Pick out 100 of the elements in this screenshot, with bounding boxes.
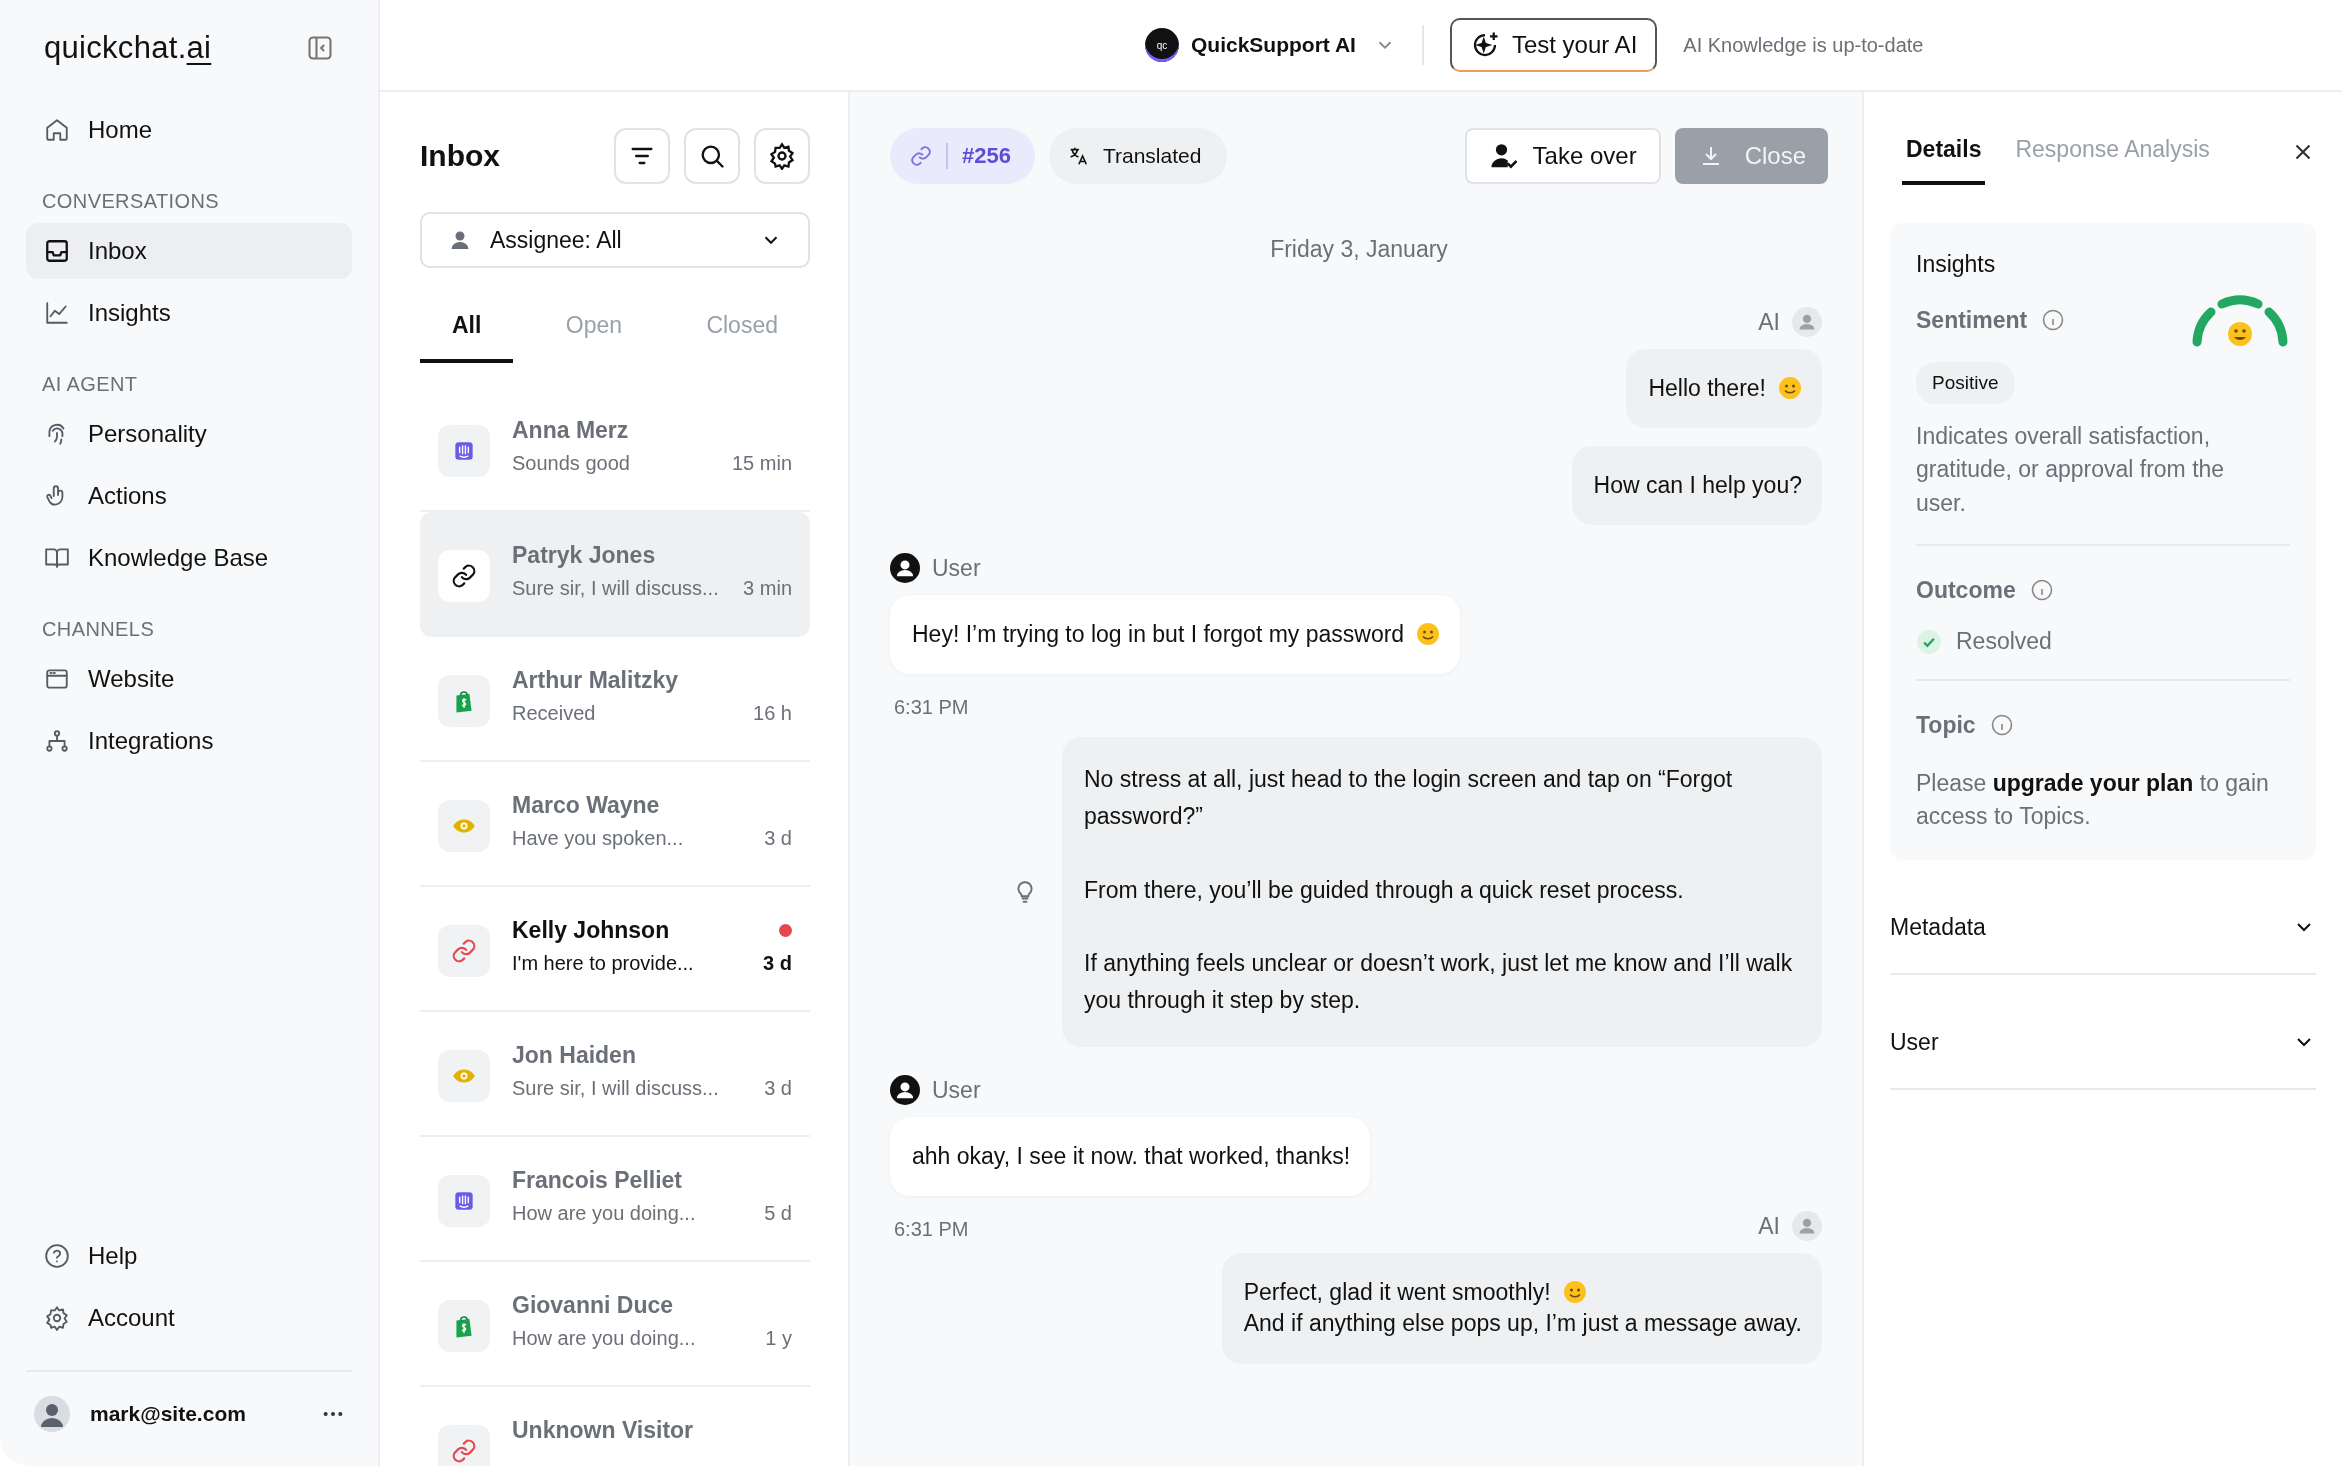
assignee-dropdown[interactable]: Assignee: All: [420, 212, 810, 268]
panel-tab[interactable]: Details: [1902, 126, 1986, 185]
knowledge-status: AI Knowledge is up-to-date: [1683, 33, 1924, 57]
message-bubble: How can I help you?: [1571, 446, 1822, 526]
field-label: Topic: [1916, 711, 1976, 739]
contact-name: Unknown Visitor: [512, 1417, 695, 1444]
smiley-icon: [1416, 622, 1441, 647]
message-preview: Have you spoken...: [512, 827, 685, 850]
message-time: 3 d: [763, 952, 792, 975]
contact-name: Marco Wayne: [512, 792, 661, 819]
settings-button[interactable]: [754, 128, 810, 184]
translated-label: Translated: [1102, 144, 1202, 168]
message-preview: Sure sir, I will discuss...: [512, 577, 720, 600]
help-icon: [44, 1243, 70, 1269]
sentiment-description: Indicates overall satisfaction, gratitude, or approval from the user.: [1916, 422, 2226, 518]
nav-item[interactable]: Integrations: [26, 713, 352, 769]
link-icon: [910, 145, 932, 167]
topic-upgrade-note: Please upgrade your plan to gain access to Topics.: [1916, 769, 2270, 832]
nav-item[interactable]: Inbox: [26, 223, 352, 279]
user-avatar-icon: [890, 553, 920, 584]
info-icon[interactable]: [2029, 578, 2054, 603]
ticket-chip[interactable]: #256: [890, 128, 1035, 184]
contact-name: Jon Haiden: [512, 1042, 637, 1069]
check-icon: [1916, 628, 1942, 655]
conversation-item[interactable]: Patryk Jones Sure sir, I will discuss... 3 min: [420, 512, 810, 637]
conversation-item[interactable]: Marco Wayne Have you spoken... 3 d: [420, 762, 810, 887]
settings-icon: [768, 142, 796, 170]
take-over-button[interactable]: Take over: [1464, 128, 1661, 184]
inbox-title: Inbox: [420, 139, 501, 173]
smiley-icon: [1562, 1280, 1587, 1305]
agent-logo: qc: [1145, 28, 1179, 62]
accordion-header[interactable]: User: [1890, 974, 2316, 1090]
nav-item[interactable]: Home: [26, 102, 352, 158]
conversation-item[interactable]: Giovanni Duce How are you doing... 1 y: [420, 1262, 810, 1387]
nav-item[interactable]: Knowledge Base: [26, 530, 352, 586]
nav-item[interactable]: Actions: [26, 468, 352, 524]
outcome-value: Resolved: [1956, 628, 2052, 656]
message-bubble: No stress at all, just head to the login screen and tap on “Forgot password?” From there, you’ll be guided through a quick reset process. If anything feels unclear or doesn’t work, just let me know and I’ll walk you through it step by step.: [1062, 737, 1822, 1048]
search-button[interactable]: [684, 128, 740, 184]
nav-item[interactable]: Insights: [26, 285, 352, 341]
message-bubble: Hello there!: [1626, 349, 1822, 429]
ai-avatar-icon: [1792, 307, 1822, 337]
message-time: 6:31 PM: [894, 1218, 969, 1242]
sender-label: AI: [1758, 1212, 1780, 1240]
card-title: Insights: [1916, 251, 1997, 278]
test-ai-button[interactable]: Test your AI: [1449, 18, 1658, 72]
info-icon[interactable]: [1989, 713, 2014, 738]
filter-button[interactable]: [614, 128, 670, 184]
field-label: Outcome: [1916, 576, 2016, 604]
conversation-item[interactable]: Kelly Johnson I'm here to provide... 3 d: [420, 887, 810, 1012]
message-time: 15 min: [731, 452, 792, 475]
network-icon: [44, 728, 70, 754]
section-heading: CONVERSATIONS: [41, 189, 221, 214]
contact-name: Arthur Malitzky: [512, 667, 680, 694]
nav-item[interactable]: Help: [26, 1228, 352, 1284]
message-preview: I'm here to provide...: [512, 952, 695, 975]
user-avatar-icon: [890, 1075, 920, 1106]
section-heading: CHANNELS: [41, 617, 156, 642]
message-preview: Sure sir, I will discuss...: [512, 1077, 720, 1100]
sentiment-badge: Positive: [1916, 362, 2015, 404]
logo: quickchat.ai: [44, 30, 212, 66]
filter-tab[interactable]: All: [420, 298, 514, 363]
message-time: 3 d: [764, 1077, 792, 1100]
translated-chip[interactable]: Translated: [1048, 128, 1228, 184]
avatar-icon: [34, 1396, 70, 1432]
message-preview: Sounds good: [512, 452, 631, 475]
agent-selector[interactable]: qc QuickSupport AI: [1145, 28, 1396, 62]
date-divider: Friday 3, January: [1269, 236, 1449, 263]
info-icon[interactable]: [2041, 308, 2066, 332]
nav-item[interactable]: Website: [26, 651, 352, 707]
conversation-item[interactable]: Jon Haiden Sure sir, I will discuss... 3 d: [420, 1012, 810, 1137]
ticket-number: #256: [962, 143, 1011, 169]
ai-avatar-icon: [1792, 1211, 1822, 1242]
sender-label: AI: [1758, 308, 1780, 336]
message-time: 3 d: [764, 827, 792, 850]
browser-window-icon: [44, 666, 70, 692]
conversation-item[interactable]: Francois Pelliet How are you doing... 5 d: [420, 1137, 810, 1262]
message-preview: How are you doing...: [512, 1327, 697, 1350]
sentiment-gauge-icon: [2190, 292, 2290, 348]
message-time: 1 y: [765, 1327, 792, 1350]
field-label: Sentiment: [1916, 306, 2028, 334]
message-preview: How are you doing...: [512, 1202, 697, 1225]
message-time: 16 h: [753, 702, 792, 725]
contact-name: Anna Merz: [512, 417, 630, 444]
nav-item[interactable]: Account: [26, 1290, 352, 1346]
more-icon[interactable]: [322, 1410, 344, 1418]
inbox-icon: [44, 238, 70, 264]
section-heading: AI AGENT: [41, 372, 139, 397]
sender-label: User: [932, 1076, 981, 1104]
line-chart-icon: [44, 300, 70, 326]
home-icon: [44, 117, 70, 143]
accordion-header[interactable]: Metadata: [1890, 859, 2316, 975]
collapse-sidebar-icon[interactable]: [306, 34, 334, 62]
contact-name: Giovanni Duce: [512, 1292, 675, 1319]
contact-name: Kelly Johnson: [512, 917, 671, 944]
message-time: 5 d: [764, 1202, 792, 1225]
conversation-item[interactable]: Unknown Visitor: [420, 1387, 810, 1466]
conversation-item[interactable]: Arthur Malitzky Received 16 h: [420, 637, 810, 762]
nav-item[interactable]: Personality: [26, 406, 352, 462]
message-time: 3 min: [743, 577, 792, 600]
